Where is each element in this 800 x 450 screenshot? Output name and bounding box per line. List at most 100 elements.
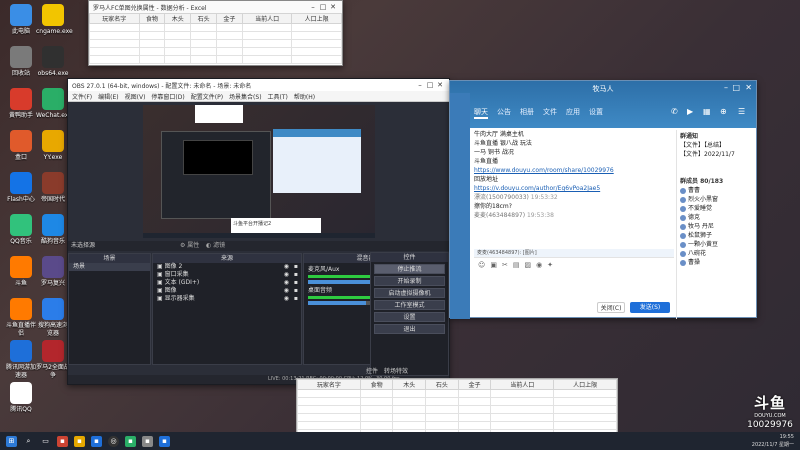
properties-button[interactable]: ⚙ 属性 [180, 241, 199, 251]
lock-icon[interactable]: ▪ [294, 287, 298, 295]
windows-start-icon[interactable]: ⊞ [6, 435, 17, 447]
visibility-icon[interactable]: ◉ [284, 271, 289, 279]
table-cell[interactable] [215, 31, 243, 40]
table-cell[interactable] [164, 31, 192, 40]
visibility-icon[interactable]: ◉ [284, 279, 289, 287]
column-header[interactable]: 食物 [138, 13, 166, 24]
video-icon[interactable]: ▶ [687, 107, 693, 116]
column-header[interactable]: 金子 [215, 13, 243, 24]
lock-icon[interactable]: ▪ [294, 295, 298, 303]
desktop-shortcut[interactable]: 回收站 [4, 46, 38, 78]
maximize-icon[interactable]: □ [732, 83, 740, 92]
column-header[interactable]: 石头 [425, 379, 459, 390]
table-cell[interactable] [138, 31, 166, 40]
table-cell[interactable] [553, 405, 617, 414]
member-item[interactable]: 一颗小黄豆 [680, 240, 758, 249]
member-item[interactable]: 牧马 丹尼 [680, 222, 758, 231]
sender-name[interactable]: 麦麦(463484897) [474, 212, 527, 219]
table-cell[interactable] [425, 405, 459, 414]
message-list[interactable]: 牛肉大厅 满桌主机 斗鱼直播 银八战 玩法 一马 铜书 战况 斗鱼直播 https://… [474, 130, 674, 255]
table-cell[interactable] [291, 23, 342, 32]
search-icon[interactable]: ⌕ [23, 436, 34, 447]
table-cell[interactable] [138, 55, 166, 64]
sources-dock[interactable]: 来源 ▣ 图像 2 ◉ ▪ ▣ 窗口采集 ◉ ▪ ▣ 文本 (GDI+) ◉ ▪ ▣ 图像 ◉ ▪ ▣ … [152, 253, 302, 365]
table-cell[interactable] [138, 39, 166, 48]
table-cell[interactable] [291, 47, 342, 56]
table-cell[interactable] [359, 413, 394, 422]
column-header[interactable]: 玩家名字 [89, 13, 140, 24]
source-item[interactable]: ▣ 窗口采集 ◉ ▪ [153, 271, 301, 279]
table-cell[interactable] [359, 405, 394, 414]
message-link[interactable]: https://www.douyu.com/room/share/1002997… [474, 166, 674, 175]
scissors-icon[interactable]: ✂ [502, 261, 508, 269]
table-cell[interactable] [457, 413, 492, 422]
message-link[interactable]: https://v.douyu.com/author/Eg6vPoa2Jae5 [474, 184, 674, 193]
desktop-shortcut[interactable]: 黄鸭助手 [4, 88, 38, 120]
table-cell[interactable] [215, 47, 243, 56]
gif-icon[interactable]: ▣ [490, 261, 497, 269]
desktop-shortcut[interactable]: 斗鱼直播伴侣 [4, 298, 38, 338]
member-item[interactable]: 德克 [680, 213, 758, 222]
control-button[interactable]: 开始录制 [374, 276, 445, 286]
notice-item[interactable]: 【文件】2022/11/7 [680, 150, 758, 159]
table-cell[interactable] [241, 39, 293, 48]
table-cell[interactable] [553, 389, 617, 398]
desktop-shortcut[interactable]: Flash中心 [4, 172, 38, 204]
dock-tab[interactable]: 转场特效 [384, 366, 408, 375]
shake-icon[interactable]: ✦ [547, 261, 553, 269]
qq-tab[interactable]: 设置 [589, 107, 603, 119]
spreadsheet-grid-top[interactable]: 玩家名字 食物 木头 石头 金子 当前人口 人口上限 [89, 13, 342, 64]
control-button[interactable]: 工作室模式 [374, 300, 445, 310]
desktop-shortcut[interactable]: 罗马复兴 [36, 256, 70, 288]
menu-item[interactable]: 帮助(H) [294, 92, 315, 101]
table-cell[interactable] [89, 23, 140, 32]
menu-item[interactable]: 文件(F) [72, 92, 92, 101]
column-header[interactable]: 食物 [359, 379, 394, 390]
close-icon[interactable]: ✕ [328, 3, 338, 11]
member-item[interactable]: 八碗花 [680, 249, 758, 258]
table-cell[interactable] [359, 421, 394, 430]
table-cell[interactable] [215, 23, 243, 32]
column-header[interactable]: 玩家名字 [297, 379, 361, 390]
taskbar-app-icon[interactable]: ▪ [57, 435, 68, 447]
table-cell[interactable] [457, 389, 492, 398]
controls-dock[interactable]: 控件 停止推流 开始录制 启动虚拟摄像机 工作室模式 设置 退出 控件 转场特效 [366, 252, 449, 376]
table-cell[interactable] [164, 55, 192, 64]
lock-icon[interactable]: ▪ [294, 279, 298, 287]
filters-button[interactable]: ◐ 滤镜 [206, 241, 225, 251]
source-item[interactable]: ▣ 显示器采集 ◉ ▪ [153, 295, 301, 303]
column-header[interactable]: 当前人口 [241, 13, 293, 24]
obs-preview[interactable]: 斗鱼平台开播记2 [143, 105, 375, 238]
table-cell[interactable] [553, 413, 617, 422]
desktop-shortcut[interactable]: 罗马2全面战争 [36, 340, 70, 380]
table-cell[interactable] [241, 23, 293, 32]
visibility-icon[interactable]: ◉ [284, 287, 289, 295]
table-cell[interactable] [297, 397, 361, 406]
menu-item[interactable]: 视图(V) [125, 92, 146, 101]
column-header[interactable]: 人口上限 [291, 13, 342, 24]
table-cell[interactable] [392, 405, 427, 414]
task-view-icon[interactable]: ▭ [40, 436, 51, 447]
table-cell[interactable] [392, 421, 427, 430]
menu-item[interactable]: 场景集合(S) [229, 92, 262, 101]
qq-group-chat-window[interactable]: 牧马人 ✕ □ – 聊天 公告 相册 文件 应用 设置 ✆ ▶ ▦ ⊕ ☰ 牛肉大厅 满桌… [449, 80, 758, 319]
maximize-icon[interactable]: □ [318, 3, 328, 11]
table-cell[interactable] [553, 421, 617, 430]
table-cell[interactable] [425, 413, 459, 422]
table-cell[interactable] [392, 413, 427, 422]
table-cell[interactable] [291, 31, 342, 40]
control-button[interactable]: 启动虚拟摄像机 [374, 288, 445, 298]
close-icon[interactable]: ✕ [745, 83, 752, 92]
desktop-shortcut[interactable]: YY.exe [36, 130, 70, 162]
control-button[interactable]: 退出 [374, 324, 445, 334]
table-cell[interactable] [457, 421, 492, 430]
source-item[interactable]: ▣ 图像 ◉ ▪ [153, 287, 301, 295]
table-cell[interactable] [241, 47, 293, 56]
table-cell[interactable] [490, 413, 555, 422]
spreadsheet-window-top[interactable]: 罗马人FC单图兑换属性 - 数据分析 - Excel – □ ✕ 玩家名字 食物木… [88, 0, 343, 66]
desktop-shortcut[interactable]: WeChat.exe [36, 88, 72, 120]
table-cell[interactable] [359, 389, 394, 398]
member-item[interactable]: 松鼠狮子 [680, 231, 758, 240]
member-item[interactable]: 不爱睡觉 [680, 204, 758, 213]
table-cell[interactable] [89, 55, 140, 64]
